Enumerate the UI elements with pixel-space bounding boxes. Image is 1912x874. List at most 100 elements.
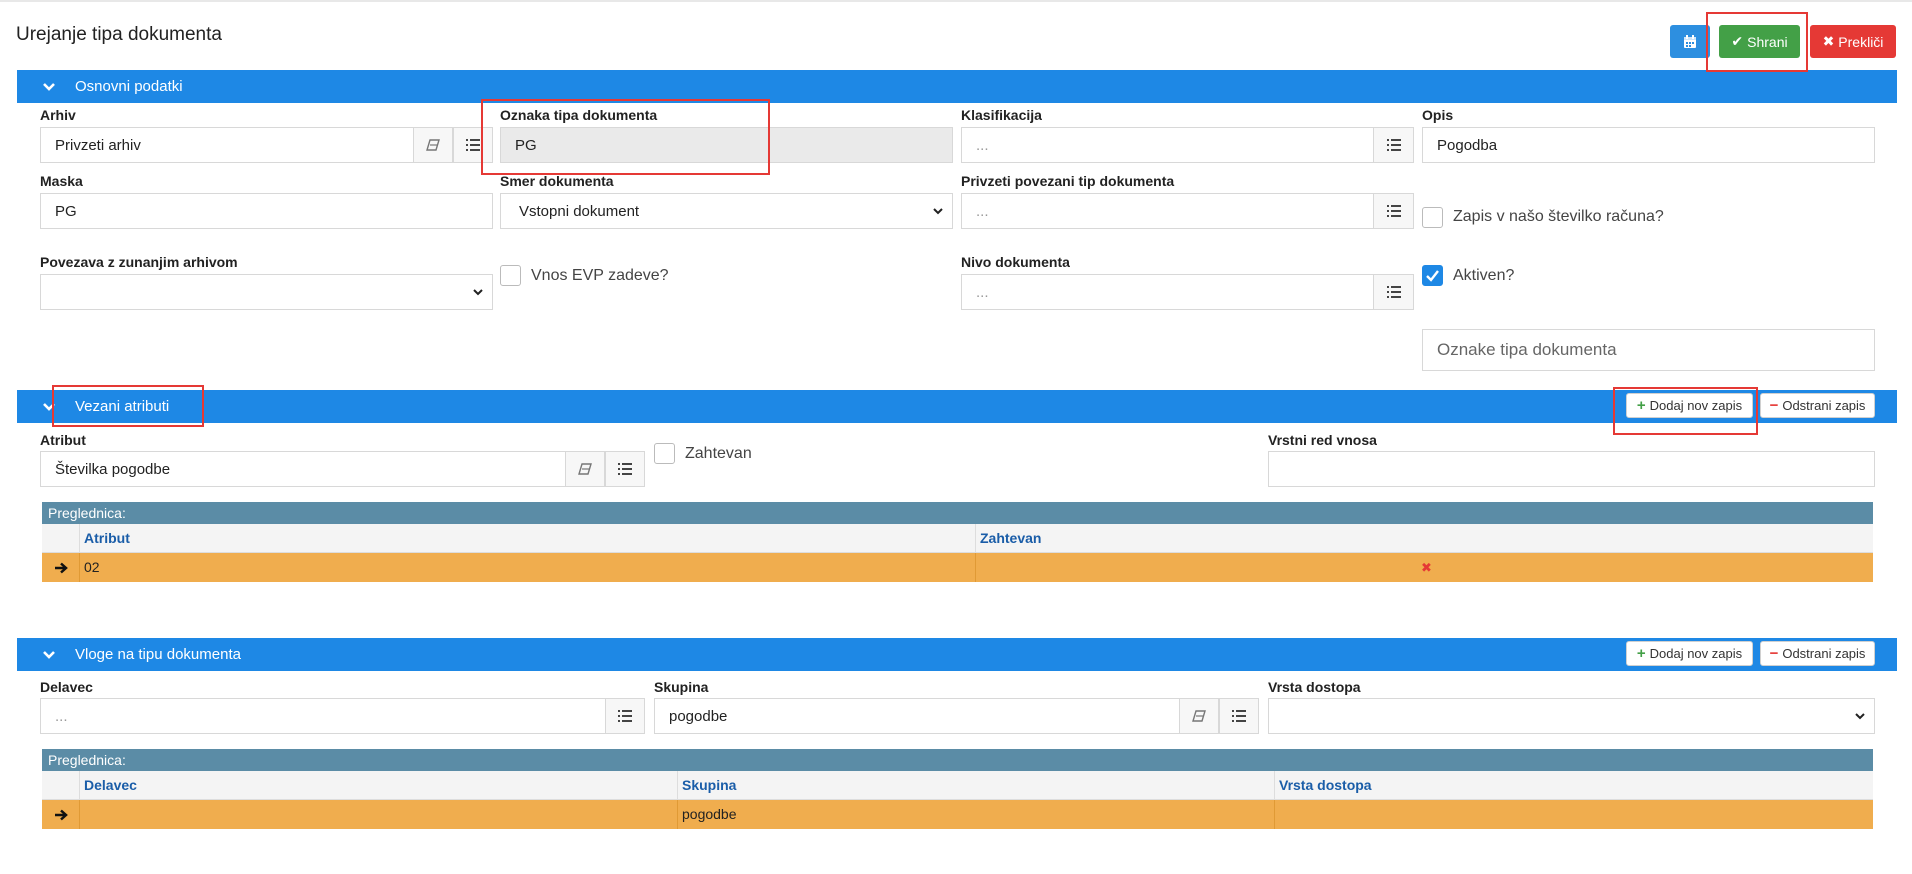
clear-button[interactable] xyxy=(565,451,605,487)
column-header-vrsta-dostopa[interactable]: Vrsta dostopa xyxy=(1274,771,1873,799)
vrstni-red-label: Vrstni red vnosa xyxy=(1268,432,1377,448)
column-header-delavec[interactable]: Delavec xyxy=(79,771,677,799)
plus-icon: + xyxy=(1636,397,1646,414)
calendar-button[interactable] xyxy=(1670,25,1710,58)
list-icon xyxy=(466,139,480,151)
grid-header: Atribut Zahtevan xyxy=(42,524,1873,553)
opis-label: Opis xyxy=(1422,107,1454,123)
section-title: Vloge na tipu dokumenta xyxy=(75,646,241,663)
maska-label: Maska xyxy=(40,173,83,189)
povezani-label: Privzeti povezani tip dokumenta xyxy=(961,173,1175,189)
page-title: Urejanje tipa dokumenta xyxy=(16,24,222,45)
close-icon: ✖ xyxy=(1822,33,1835,49)
delavec-label: Delavec xyxy=(40,679,93,695)
delavec-input[interactable]: ... xyxy=(40,698,607,734)
attributes-grid: Preglednica: Atribut Zahtevan 02 ✖ xyxy=(42,502,1873,582)
smer-label: Smer dokumenta xyxy=(500,173,614,189)
klasifikacija-label: Klasifikacija xyxy=(961,107,1042,123)
oznaka-input[interactable]: PG xyxy=(500,127,953,163)
vnos-evp-label: Vnos EVP zadeve? xyxy=(531,267,669,284)
list-button[interactable] xyxy=(605,698,645,734)
remove-record-label: Odstrani zapis xyxy=(1782,646,1866,661)
zapis-stevilka-checkbox[interactable] xyxy=(1422,207,1443,228)
povezani-input[interactable]: ... xyxy=(961,193,1377,229)
list-button[interactable] xyxy=(453,127,493,163)
column-header-zahtevan[interactable]: Zahtevan xyxy=(975,524,1873,552)
add-record-label: Dodaj nov zapis xyxy=(1649,646,1743,661)
zahtevan-checkbox[interactable] xyxy=(654,443,675,464)
list-icon xyxy=(618,710,632,722)
row-pointer-arrow-icon xyxy=(42,553,79,582)
remove-record-button[interactable]: − Odstrani zapis xyxy=(1760,393,1875,418)
skupina-input[interactable]: pogodbe xyxy=(654,698,1180,734)
cancel-label: Prekliči xyxy=(1838,33,1884,50)
section-vezani-header[interactable]: Vezani atributi xyxy=(17,390,1897,423)
arhiv-input[interactable]: Privzeti arhiv xyxy=(40,127,414,163)
grid-header-spacer xyxy=(42,524,79,552)
chevron-down-icon xyxy=(473,289,483,296)
list-icon xyxy=(618,463,632,475)
minus-icon: − xyxy=(1769,397,1779,414)
remove-record-button[interactable]: − Odstrani zapis xyxy=(1760,641,1875,666)
save-button[interactable]: ✔ Shrani xyxy=(1719,25,1800,58)
list-button[interactable] xyxy=(1373,274,1414,310)
atribut-input[interactable]: Številka pogodbe xyxy=(40,451,566,487)
table-row[interactable]: pogodbe xyxy=(42,800,1873,829)
roles-grid: Preglednica: Delavec Skupina Vrsta dosto… xyxy=(42,749,1873,829)
eraser-icon xyxy=(578,463,592,475)
section-vloge-header[interactable]: Vloge na tipu dokumenta xyxy=(17,638,1897,671)
aktiven-label: Aktiven? xyxy=(1453,267,1515,284)
aktiven-checkbox[interactable] xyxy=(1422,265,1443,286)
clear-button[interactable] xyxy=(1179,698,1219,734)
cancel-button[interactable]: ✖ Prekliči xyxy=(1810,25,1896,58)
add-record-button[interactable]: + Dodaj nov zapis xyxy=(1626,393,1753,418)
check-icon: ✔ xyxy=(1731,33,1744,49)
minus-icon: − xyxy=(1769,645,1779,662)
povezava-select[interactable] xyxy=(40,274,493,310)
opis-input[interactable]: Pogodba xyxy=(1422,127,1875,163)
add-record-button[interactable]: + Dodaj nov zapis xyxy=(1626,641,1753,666)
list-button[interactable] xyxy=(1373,193,1414,229)
cell-atribut: 02 xyxy=(79,553,975,582)
oznake-input[interactable]: Oznake tipa dokumenta xyxy=(1422,329,1875,371)
section-osnovni-header[interactable]: Osnovni podatki xyxy=(17,70,1897,103)
vrstni-red-input[interactable] xyxy=(1268,451,1875,487)
calendar-icon xyxy=(1684,34,1696,48)
povezava-label: Povezava z zunanjim arhivom xyxy=(40,254,238,270)
table-row[interactable]: 02 ✖ xyxy=(42,553,1873,582)
eraser-icon xyxy=(1192,710,1206,722)
remove-record-label: Odstrani zapis xyxy=(1782,398,1866,413)
cell-skupina: pogodbe xyxy=(677,800,1274,829)
cell-vrsta-dostopa xyxy=(1274,800,1873,829)
list-icon xyxy=(1386,139,1401,151)
check-icon xyxy=(1426,270,1439,282)
chevron-down-icon xyxy=(43,650,55,659)
clear-button[interactable] xyxy=(413,127,453,163)
grid-header: Delavec Skupina Vrsta dostopa xyxy=(42,771,1873,800)
smer-select[interactable]: Vstopni dokument xyxy=(500,193,953,229)
zahtevan-label: Zahtevan xyxy=(685,445,752,462)
column-header-atribut[interactable]: Atribut xyxy=(79,524,975,552)
chevron-down-icon xyxy=(43,402,55,411)
column-header-skupina[interactable]: Skupina xyxy=(677,771,1274,799)
atribut-label: Atribut xyxy=(40,432,86,448)
list-button[interactable] xyxy=(605,451,645,487)
smer-value: Vstopni dokument xyxy=(519,202,640,220)
list-icon xyxy=(1386,205,1401,217)
list-button[interactable] xyxy=(1373,127,1414,163)
plus-icon: + xyxy=(1636,645,1646,662)
vnos-evp-checkbox[interactable] xyxy=(500,265,521,286)
save-label: Shrani xyxy=(1747,33,1788,50)
cell-zahtevan: ✖ xyxy=(975,553,1873,582)
list-icon xyxy=(1386,286,1401,298)
grid-caption: Preglednica: xyxy=(42,502,1873,524)
row-pointer-arrow-icon xyxy=(42,800,79,829)
nivo-input[interactable]: ... xyxy=(961,274,1377,310)
list-icon xyxy=(1232,710,1246,722)
vrsta-dostopa-select[interactable] xyxy=(1268,698,1875,734)
cross-icon: ✖ xyxy=(1421,560,1432,575)
list-button[interactable] xyxy=(1219,698,1259,734)
maska-input[interactable]: PG xyxy=(40,193,493,229)
skupina-label: Skupina xyxy=(654,679,709,695)
klasifikacija-input[interactable]: ... xyxy=(961,127,1377,163)
